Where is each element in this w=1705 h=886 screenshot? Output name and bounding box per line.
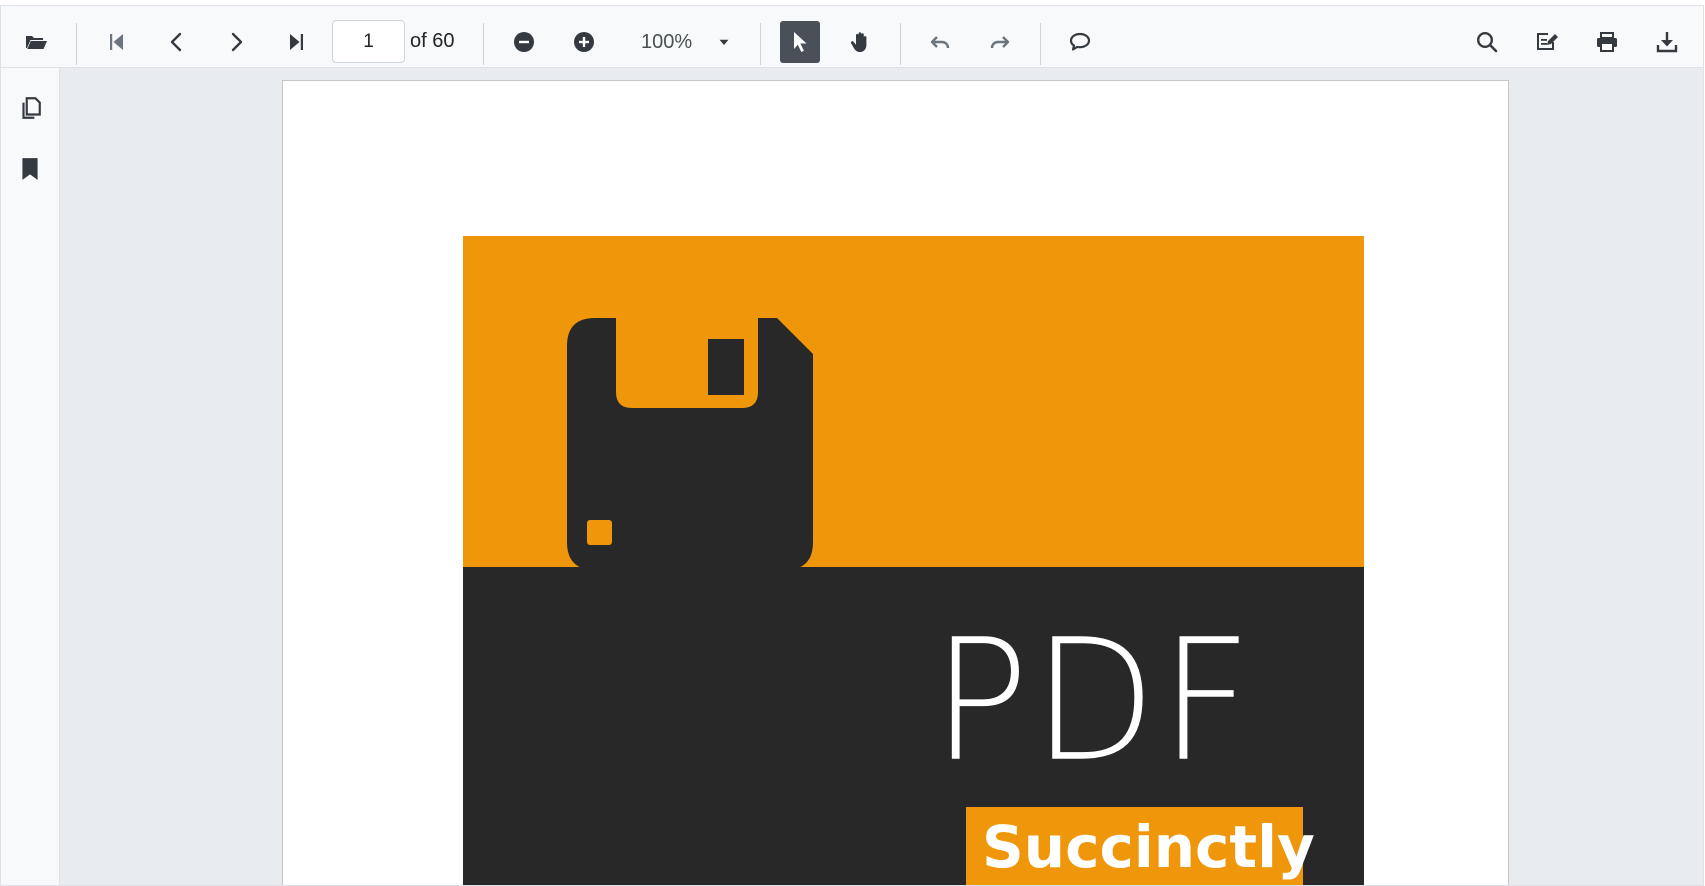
chevron-left-icon [170,32,182,52]
add-comment-button[interactable] [1060,21,1100,63]
toolbar-separator [483,23,484,65]
zoom-out-button[interactable] [504,21,544,63]
floppy-disk-icon [567,318,813,570]
toolbar-separator [76,23,77,65]
pdf-viewer: of 60 100% [0,5,1704,886]
last-page-button[interactable] [276,21,316,63]
chevron-right-icon [231,32,243,52]
zoom-out-icon [514,32,534,52]
edit-annotation-button[interactable] [1527,21,1567,63]
cover-title: PDF [932,602,1256,799]
cover-tag: Succinctly [966,807,1315,885]
bookmark-icon [22,158,38,180]
edit-annotation-icon [1537,33,1558,50]
last-page-icon [290,34,303,50]
undo-button[interactable] [920,21,960,63]
caret-down-icon [719,39,729,45]
next-page-button[interactable] [216,21,256,63]
search-icon [1476,31,1498,53]
navigation-pane [1,68,60,885]
pan-tool-button[interactable] [840,21,880,63]
redo-button[interactable] [980,21,1020,63]
toolbar-separator [1040,23,1041,65]
bookmarks-button[interactable] [11,150,49,188]
zoom-in-icon [574,32,594,52]
zoom-dropdown[interactable]: 100% [621,21,741,63]
page-thumbnails-button[interactable] [11,89,49,127]
download-button[interactable] [1647,21,1687,63]
zoom-value: 100% [641,30,693,53]
toolbar-separator [760,23,761,65]
search-button[interactable] [1467,21,1507,63]
open-file-button[interactable] [16,21,56,63]
current-page-input[interactable] [332,20,405,63]
redo-icon [990,36,1010,49]
main-toolbar: of 60 100% [1,6,1703,68]
pointer-arrow-icon [794,32,807,52]
text-select-tool-button[interactable] [780,21,820,63]
first-page-button[interactable] [97,21,137,63]
download-icon [1656,32,1678,53]
folder-open-icon [26,36,47,49]
book-cover: PDF Succinctly [463,236,1364,885]
page-thumbnails-icon [22,97,41,119]
print-icon [1597,32,1617,52]
document-page: PDF Succinctly [282,80,1509,885]
print-button[interactable] [1587,21,1627,63]
undo-icon [930,36,950,49]
pan-hand-icon [850,32,867,52]
comment-icon [1069,32,1091,51]
first-page-icon [110,34,123,50]
zoom-in-button[interactable] [564,21,604,63]
page-count-label: of 60 [410,30,455,52]
previous-page-button[interactable] [157,21,197,63]
toolbar-separator [900,23,901,65]
